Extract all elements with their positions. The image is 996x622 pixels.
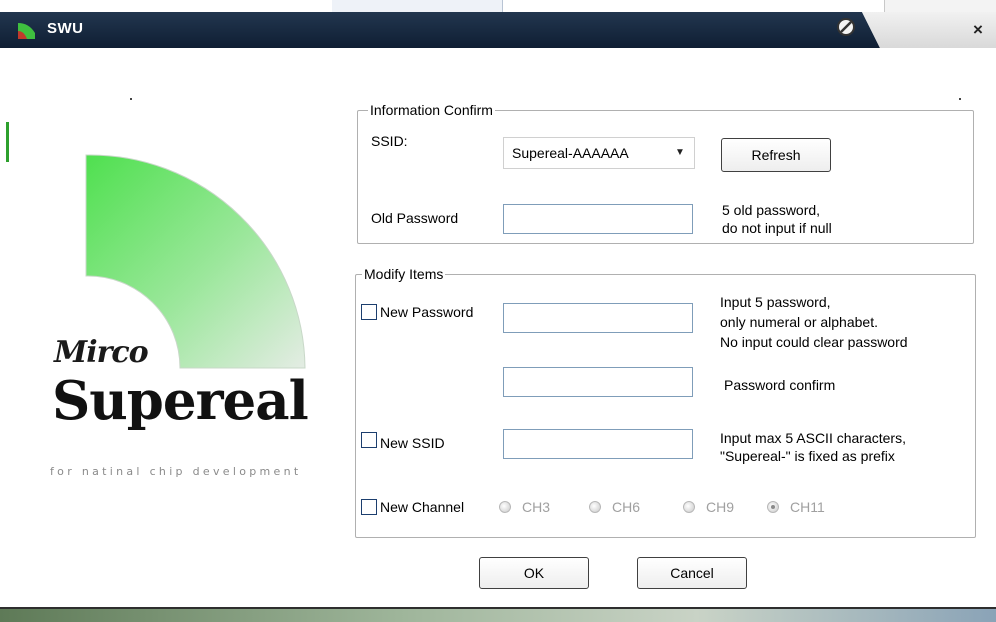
ssid-label: SSID: [371, 133, 408, 149]
title-bar-background [0, 12, 880, 48]
new-channel-checkbox[interactable] [361, 499, 377, 515]
new-password-label[interactable]: New Password [380, 304, 473, 320]
channel-radio-ch6[interactable] [589, 501, 601, 513]
title-bar: SWU × [0, 0, 996, 52]
old-password-input[interactable] [503, 204, 693, 234]
channel-radio-ch3[interactable] [499, 501, 511, 513]
new-ssid-checkbox[interactable] [361, 432, 377, 448]
refresh-button[interactable]: Refresh [721, 138, 831, 172]
channel-radio-ch11[interactable] [767, 501, 779, 513]
modify-items-legend: Modify Items [362, 266, 446, 282]
channel-radio-ch9[interactable] [683, 501, 695, 513]
new-ssid-hint-line2: "Supereal-" is fixed as prefix [720, 448, 895, 464]
new-ssid-input[interactable] [503, 429, 693, 459]
channel-label-ch3: CH3 [522, 499, 551, 515]
channel-label-ch9: CH9 [706, 499, 735, 515]
background-window-strip [332, 0, 503, 12]
cancel-button[interactable]: Cancel [637, 557, 747, 589]
supereal-logo-graphic [85, 154, 306, 369]
new-password-hint-line2: only numeral or alphabet. [720, 314, 878, 330]
dropdown-arrow-icon[interactable]: ▼ [670, 143, 690, 163]
background-window-strip-right [884, 0, 996, 12]
ssid-selected-value: Supereal-AAAAAA [512, 145, 629, 161]
old-password-label: Old Password [371, 210, 459, 226]
close-button[interactable]: × [966, 18, 990, 42]
new-channel-label[interactable]: New Channel [380, 499, 464, 515]
new-password-hint-line3: No input could clear password [720, 334, 908, 350]
logo-mirco-text: Mirco [54, 335, 149, 370]
new-password-hint-line1: Input 5 password, [720, 294, 831, 310]
new-password-checkbox[interactable] [361, 304, 377, 320]
ok-button[interactable]: OK [479, 557, 589, 589]
new-password-input[interactable] [503, 303, 693, 333]
decor-dot [959, 98, 961, 100]
window-edge-accent [6, 122, 9, 162]
decor-dot [130, 98, 132, 100]
new-ssid-hint-line1: Input max 5 ASCII characters, [720, 430, 906, 446]
pin-icon[interactable] [836, 17, 856, 37]
old-password-hint-line2: do not input if null [722, 220, 832, 236]
logo-tagline: for natinal chip development [50, 465, 302, 478]
ssid-select[interactable]: Supereal-AAAAAA ▼ [503, 137, 695, 169]
channel-label-ch11: CH11 [790, 499, 825, 515]
logo-brand-text: Supereal [52, 370, 309, 432]
information-confirm-legend: Information Confirm [368, 102, 495, 118]
old-password-hint-line1: 5 old password, [722, 202, 821, 218]
app-icon [18, 23, 35, 39]
channel-label-ch6: CH6 [612, 499, 641, 515]
window-title: SWU [47, 20, 84, 37]
password-confirm-label: Password confirm [724, 377, 836, 393]
new-ssid-label[interactable]: New SSID [380, 435, 445, 451]
desktop-background-strip [0, 609, 996, 622]
password-confirm-input[interactable] [503, 367, 693, 397]
